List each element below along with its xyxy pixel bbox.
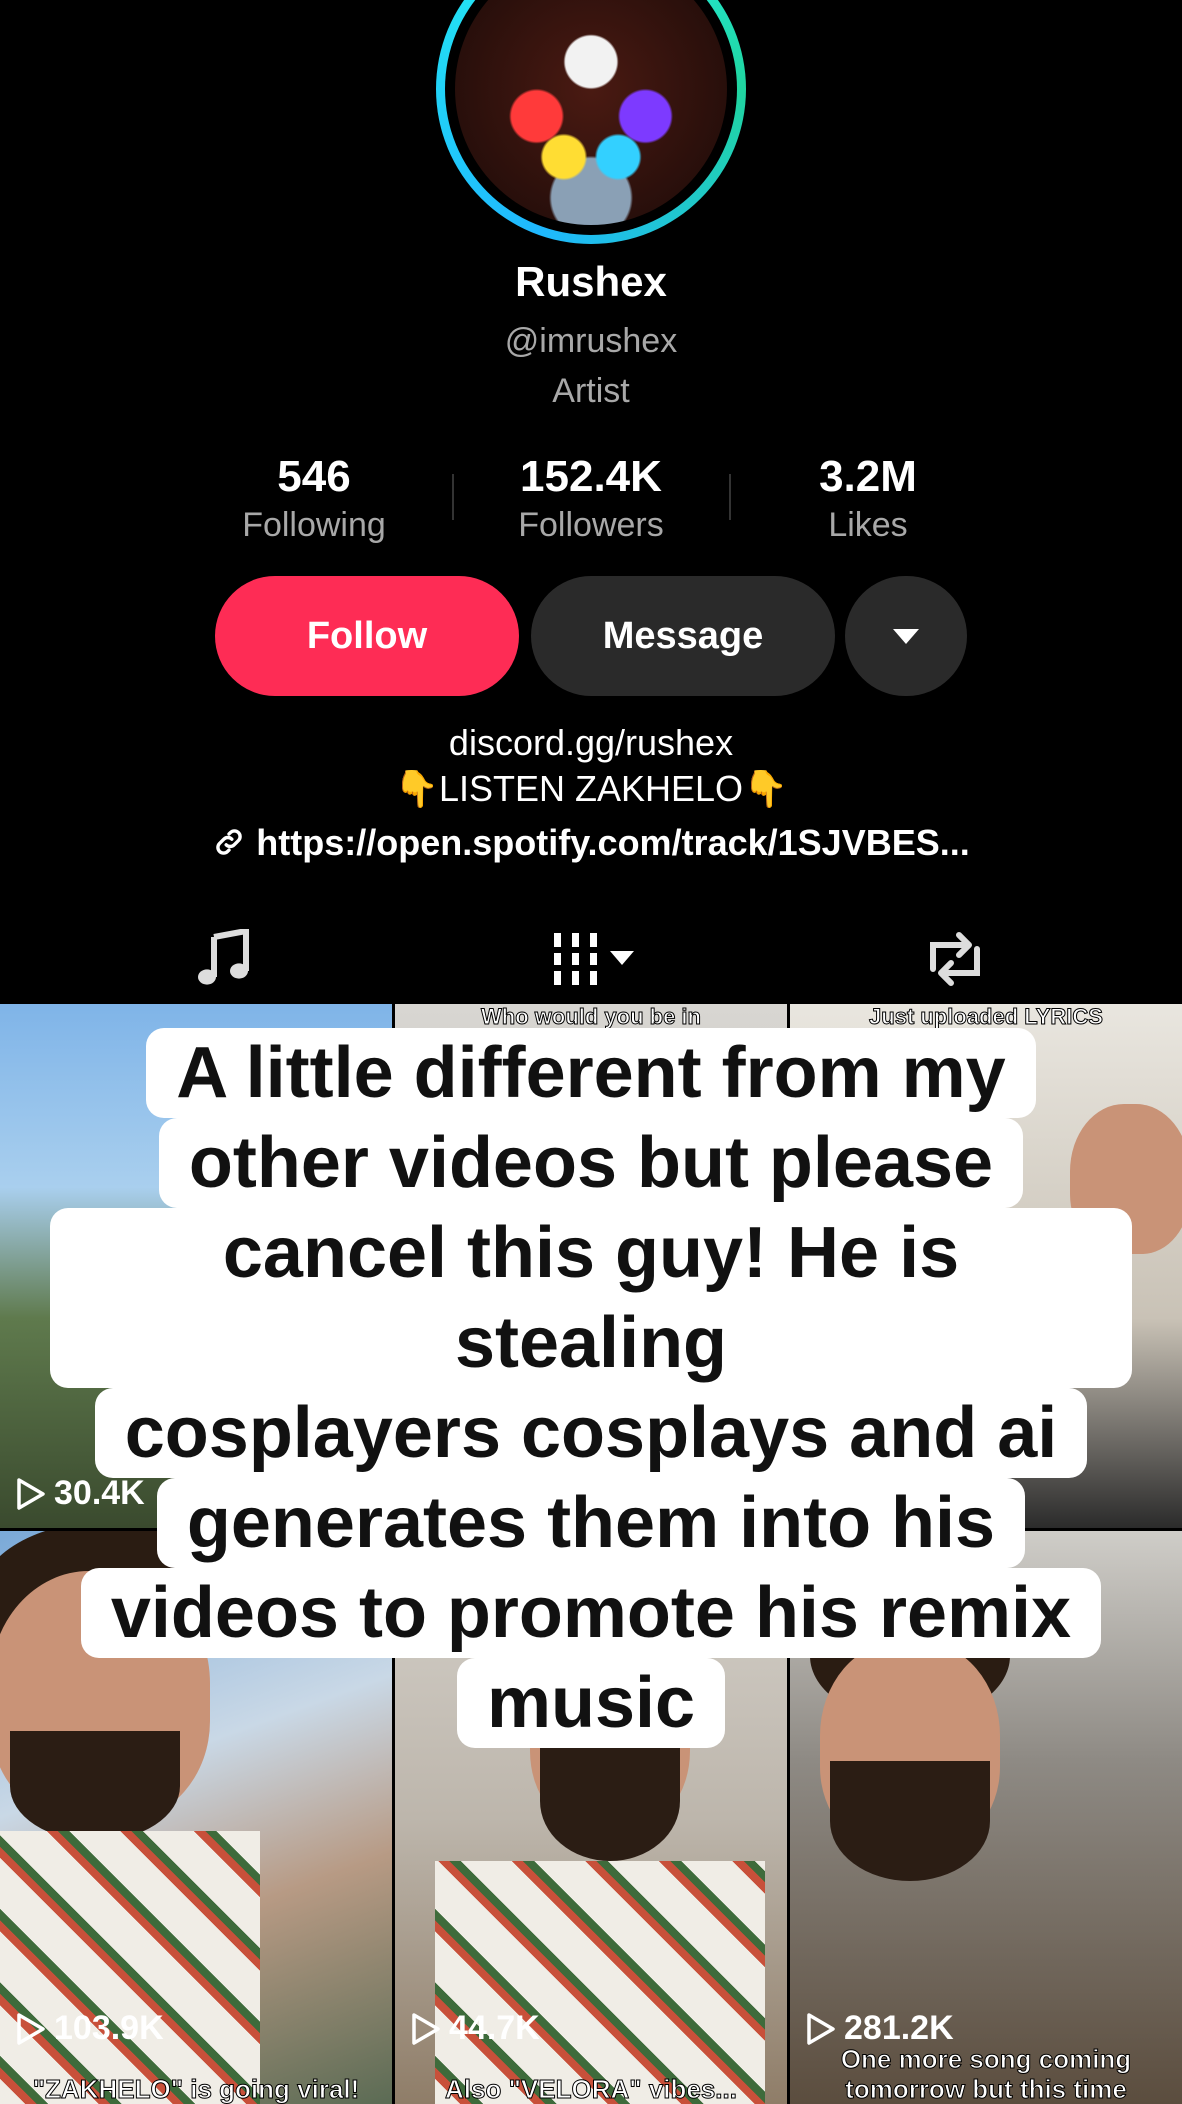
following-label: Following bbox=[242, 506, 386, 544]
avatar-photo bbox=[455, 0, 727, 225]
follow-button[interactable]: Follow bbox=[215, 576, 519, 696]
play-icon bbox=[17, 1477, 45, 1510]
profile-stats: 546 Following 152.4K Followers 3.2M Like… bbox=[0, 452, 1182, 552]
play-icon bbox=[412, 2012, 440, 2045]
video-top-caption: Who would you be in bbox=[481, 1004, 702, 1030]
caption-line: cancel this guy! He is stealing bbox=[50, 1208, 1132, 1388]
stat-likes[interactable]: 3.2M Likes bbox=[748, 452, 988, 545]
view-count-text: 44.7K bbox=[449, 2009, 540, 2047]
overlay-caption: A little different from my other videos … bbox=[50, 1028, 1132, 1748]
avatar-inner bbox=[445, 0, 737, 235]
play-icon bbox=[17, 2012, 45, 2045]
spotify-link-text: https://open.spotify.com/track/1SJVBES..… bbox=[256, 822, 970, 863]
tab-reposts[interactable] bbox=[915, 924, 995, 994]
following-count: 546 bbox=[277, 452, 351, 501]
message-button[interactable]: Message bbox=[531, 576, 835, 696]
caption-line: generates them into his bbox=[156, 1478, 1026, 1568]
caption-line: other videos but please bbox=[158, 1118, 1024, 1208]
bio-line: discord.gg/rushex bbox=[448, 722, 734, 763]
thumbnail-beard bbox=[830, 1761, 990, 1881]
account-category: Artist bbox=[552, 372, 630, 410]
thumbnail-beard bbox=[540, 1741, 680, 1861]
tab-music[interactable] bbox=[184, 924, 264, 994]
caption-line: music bbox=[456, 1658, 726, 1748]
bio-line-listen: 👇LISTEN ZAKHELO👇 bbox=[0, 768, 1182, 810]
view-count-text: 103.9K bbox=[54, 2009, 164, 2047]
stat-followers[interactable]: 152.4K Followers bbox=[471, 452, 711, 545]
display-name: Rushex bbox=[515, 258, 667, 305]
profile-avatar[interactable] bbox=[436, 0, 746, 244]
caret-down-icon bbox=[893, 628, 919, 644]
followers-label: Followers bbox=[518, 506, 664, 544]
link-icon bbox=[216, 829, 243, 855]
caption-line: A little different from my bbox=[146, 1028, 1036, 1118]
video-bottom-caption: Also "VELORA" vibes... bbox=[445, 2074, 738, 2104]
view-count-text: 281.2K bbox=[844, 2009, 954, 2047]
view-count: 281.2K bbox=[806, 2009, 954, 2048]
view-count: 103.9K bbox=[16, 2009, 164, 2048]
video-bottom-caption: One more song coming tomorrow but this t… bbox=[840, 2044, 1132, 2104]
username: @imrushex bbox=[504, 322, 678, 360]
repost-icon bbox=[930, 932, 980, 986]
video-bottom-caption: "ZAKHELO" is going viral! bbox=[32, 2074, 360, 2104]
tab-videos[interactable] bbox=[550, 924, 640, 994]
bio-link[interactable]: https://open.spotify.com/track/1SJVBES..… bbox=[0, 822, 1182, 864]
grid-sort-icon bbox=[550, 933, 634, 985]
followers-count: 152.4K bbox=[520, 452, 662, 501]
thumbnail-shirt bbox=[435, 1861, 765, 2104]
view-count: 44.7K bbox=[411, 2009, 540, 2048]
likes-label: Likes bbox=[828, 506, 908, 544]
caption-line: cosplayers cosplays and ai bbox=[94, 1388, 1088, 1478]
play-icon bbox=[807, 2012, 835, 2045]
pointing-down-emoji: 👇 bbox=[743, 768, 788, 809]
stat-divider bbox=[729, 474, 731, 520]
stat-following[interactable]: 546 Following bbox=[194, 452, 434, 545]
bio-listen-text: LISTEN ZAKHELO bbox=[438, 768, 744, 809]
video-top-caption: Just uploaded LYRICS bbox=[869, 1004, 1104, 1030]
thumbnail-shirt bbox=[0, 1831, 260, 2104]
music-note-icon bbox=[198, 929, 249, 985]
caption-line: videos to promote his remix bbox=[80, 1568, 1102, 1658]
stat-divider bbox=[452, 474, 454, 520]
more-options-button[interactable] bbox=[845, 576, 967, 696]
likes-count: 3.2M bbox=[819, 452, 917, 501]
profile-tabs bbox=[0, 910, 1182, 1006]
pointing-down-emoji: 👇 bbox=[394, 768, 439, 809]
